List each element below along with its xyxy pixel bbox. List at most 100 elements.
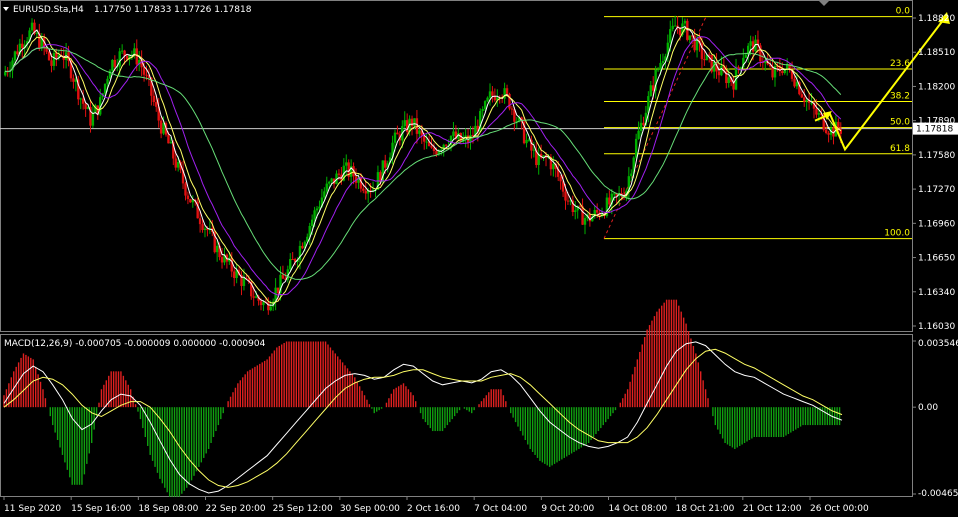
fib-level-label: 50.0 [890,118,910,128]
trading-chart: EURUSD.Sta,H4 1.17750 1.17833 1.17726 1.… [0,0,958,517]
time-tick-label: 21 Oct 12:00 [743,504,802,514]
time-tick-label: 9 Oct 20:00 [541,504,594,514]
fib-level-label: 0.0 [896,7,911,17]
fib-level-label: 61.8 [890,144,910,154]
candle-body [323,191,326,198]
candle-body [583,218,587,225]
price-tick-label: 1.16650 [918,254,955,264]
candle-body [481,108,484,112]
candle-body [403,120,406,127]
candle-body [52,53,56,66]
candle-body [795,82,799,87]
candle-body [21,43,24,49]
candle-body [637,130,640,139]
candle-body [35,33,39,35]
candle-body [749,41,752,46]
candle-body [410,118,414,127]
candle-body [491,91,494,96]
candle-body [673,25,677,27]
price-tick-label: 1.16340 [918,288,955,298]
candle-body [362,188,365,191]
candle-body [103,83,107,94]
candle-body [552,163,555,170]
candle-body [276,287,280,293]
candle-body [595,210,599,213]
ohlc-readout: 1.17750 1.17833 1.17726 1.17818 [94,5,252,15]
candle-body [203,228,207,230]
candle-body [444,144,448,146]
candle-body [435,151,438,155]
candle-body [120,50,124,52]
candle-body [330,178,333,182]
candle-body [198,218,202,225]
candle-body [727,77,730,84]
candle-body [559,176,562,182]
candle-body [262,302,265,306]
candle-body [483,101,487,109]
candle-body [84,103,87,110]
current-price-label: 1.17818 [916,125,953,135]
price-tick-label: 1.18820 [918,14,955,24]
candle-body [717,71,721,76]
candle-body [55,53,58,58]
candle-body [817,113,821,115]
candle-body [167,134,170,144]
candle-body [669,29,672,43]
macd-tick-label: -0.004653 [918,489,958,499]
candle-body [113,59,117,67]
candle-body [176,162,180,168]
candle-body [578,205,582,207]
candle-body [313,210,316,220]
candle-body [118,51,121,67]
candle-body [310,219,314,226]
time-tick-label: 11 Sep 2020 [4,504,61,514]
candle-body [656,69,660,71]
candle-body [337,173,341,175]
candle-body [803,97,806,102]
candle-body [189,199,192,203]
candle-body [452,131,455,136]
candle-body [486,97,489,102]
candle-body [174,158,177,168]
candle-body [325,183,328,192]
candle-body [720,65,723,76]
candle-body [659,62,662,70]
symbol-label: EURUSD.Sta,H4 [13,5,84,15]
candle-body [581,206,584,225]
candle-body [133,48,136,55]
candle-body [525,139,528,144]
candle-body [737,66,740,68]
candle-body [364,190,367,194]
candle-body [384,160,387,168]
candle-body [242,277,246,286]
candle-body [215,245,219,253]
candle-body [649,85,652,97]
candle-body [72,78,75,82]
candle-body [418,130,421,134]
price-tick-label: 1.17270 [918,185,955,195]
candle-body [50,60,53,66]
time-tick-label: 30 Sep 00:00 [340,504,400,514]
candle-body [289,259,292,270]
time-tick-label: 7 Oct 04:00 [474,504,527,514]
fib-level-label: 38.2 [890,91,910,101]
price-tick-label: 1.16960 [918,219,955,229]
candle-body [142,67,146,75]
candle-body [201,224,204,230]
candle-body [793,78,796,87]
candle-body [111,59,114,71]
candle-body [259,300,263,306]
candle-body [652,85,655,91]
time-tick-label: 18 Sep 08:00 [138,504,198,514]
candle-body [800,94,804,98]
fib-level-label: 100.0 [884,229,910,239]
candle-body [505,88,509,94]
candle-body [79,98,82,100]
candle-body [805,99,808,102]
candle-body [13,51,17,61]
candle-body [220,257,224,263]
candle-body [510,108,514,110]
candle-body [671,25,674,30]
candle-body [396,132,399,135]
candle-body [413,118,416,127]
